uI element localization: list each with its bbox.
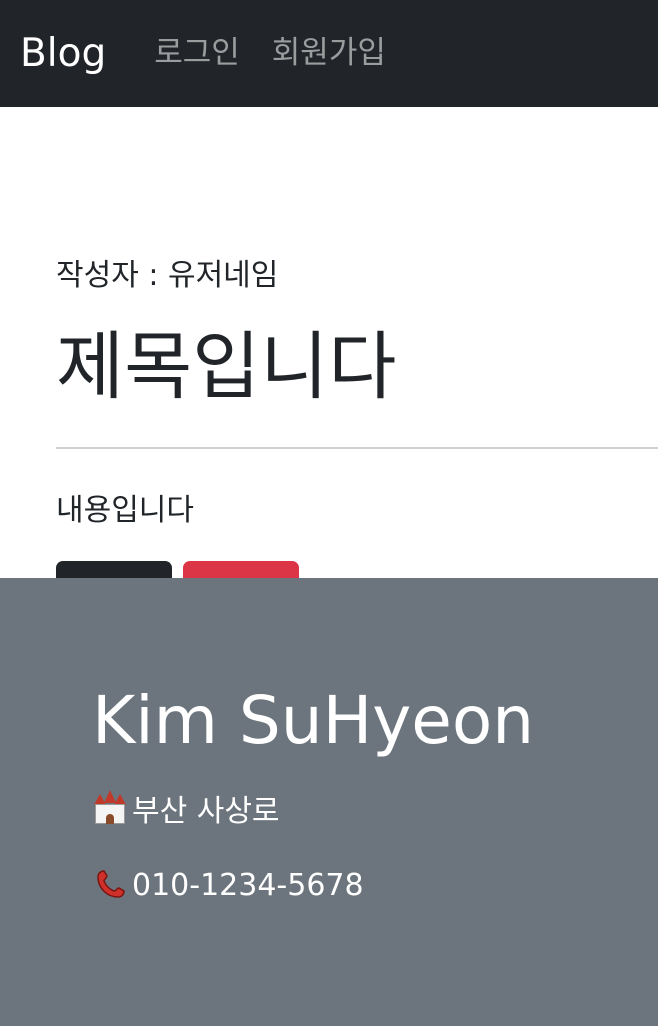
footer: Kim SuHyeon 부산 사상로 010-1234-5678	[0, 578, 658, 1026]
nav-signup-link[interactable]: 회원가입	[272, 38, 386, 69]
footer-name: Kim SuHyeon	[92, 682, 535, 759]
footer-phone: 010-1234-5678	[92, 867, 364, 903]
top-navbar: Blog 로그인 회원가입	[0, 0, 658, 107]
address-text: 부산 사상로	[132, 794, 280, 829]
post-author: 작성자 : 유저네임	[56, 258, 279, 293]
divider	[56, 447, 658, 449]
brand-link[interactable]: Blog	[20, 34, 106, 73]
post-title: 제목입니다	[56, 324, 397, 410]
castle-icon	[92, 790, 128, 826]
phone-text: 010-1234-5678	[132, 867, 364, 903]
telephone-icon	[92, 867, 128, 903]
nav-login-link[interactable]: 로그인	[154, 38, 240, 69]
footer-address: 부산 사상로	[92, 786, 280, 830]
post-body: 내용입니다	[56, 493, 194, 528]
post-content: 작성자 : 유저네임 제목입니다 내용입니다 수정 삭제	[0, 107, 658, 637]
